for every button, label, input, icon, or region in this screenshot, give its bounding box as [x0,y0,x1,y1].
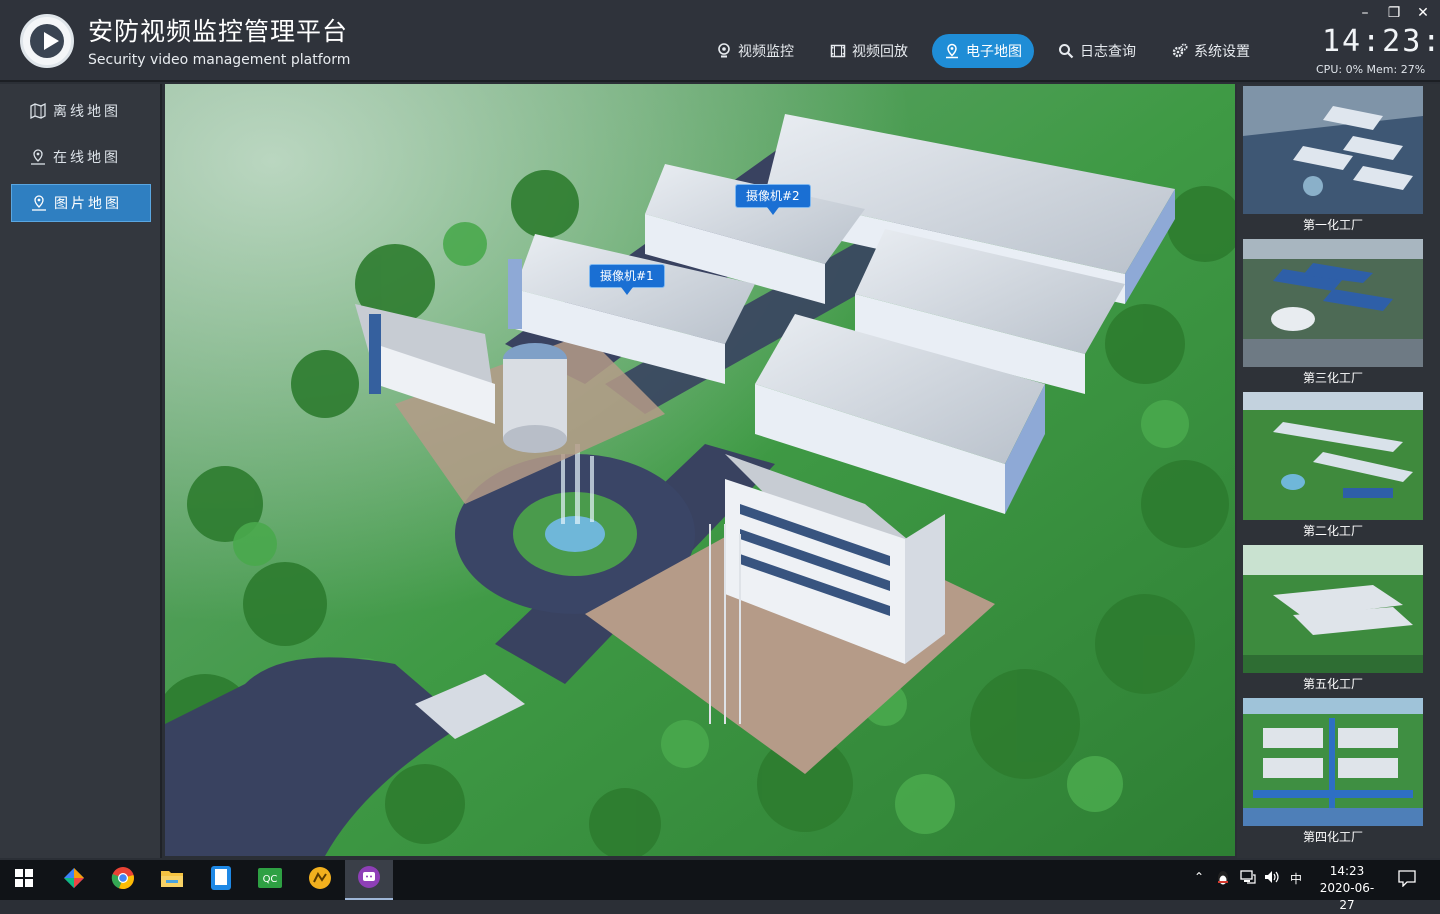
taskbar-chrome[interactable] [99,860,147,900]
nav-system-settings[interactable]: 系统设置 [1160,34,1262,68]
svg-text:QC: QC [263,874,278,885]
taskbar-app-launcher[interactable] [50,860,98,900]
close-button[interactable]: ✕ [1414,4,1432,22]
thumbnail-label: 第四化工厂 [1302,830,1363,844]
restore-button[interactable]: ❐ [1385,4,1403,22]
app-title: 安防视频监控管理平台 [88,17,349,46]
taskbar-tablet-app[interactable] [197,860,245,900]
chrome-icon [111,866,135,894]
nav-video-playback[interactable]: 视频回放 [818,34,920,68]
app-logo-play-icon [20,14,74,68]
main-nav: 视频监控 视频回放 电子地图 日志查询 系统设置 [704,34,1274,68]
map-type-sidebar: 离线地图 在线地图 图片地图 [0,84,162,858]
taskbar-time: 14:23 [1329,864,1365,878]
thumbnail-label: 第五化工厂 [1302,677,1363,691]
sidebar-item-image-map[interactable]: 图片地图 [11,184,151,222]
system-stats: CPU: 0% Mem: 27% [1316,63,1426,76]
nav-label: 视频监控 [738,44,794,60]
thumbnail-item[interactable]: 第二化工厂 [1243,392,1423,540]
factory-image-map[interactable]: 摄像机#1 摄像机#2 [165,84,1235,856]
tray-ime-indicator[interactable]: 中 [1290,870,1302,887]
nav-video-monitor[interactable]: 视频监控 [704,34,806,68]
nav-label: 电子地图 [966,44,1022,60]
factory-thumbnail-image [1243,239,1423,367]
sidebar-item-label: 在线地图 [53,150,121,166]
nav-e-map[interactable]: 电子地图 [932,34,1034,68]
image-map-icon [30,194,48,212]
windows-start-icon [15,869,33,891]
sidebar-item-label: 离线地图 [53,104,121,120]
factory-thumbnail-image [1243,698,1423,826]
factory-thumbnail-list: 第一化工厂 第三化工厂 第二化工厂 第五化工厂 第四化工厂 [1237,84,1440,858]
sidebar-item-offline-map[interactable]: 离线地图 [11,92,151,130]
thumbnail-item[interactable]: 第一化工厂 [1243,86,1423,234]
os-taskbar: QC ⌃ 中 14:23 2020-06-27 [0,860,1440,912]
taskbar-clock[interactable]: 14:23 2020-06-27 [1314,863,1380,914]
qc-app-icon: QC [258,868,282,892]
tablet-app-icon [210,866,232,894]
thumbnail-item[interactable]: 第四化工厂 [1243,698,1423,846]
nav-label: 系统设置 [1194,44,1250,60]
taskbar-chat-app[interactable] [345,860,393,900]
factory-thumbnail-image [1243,86,1423,214]
nav-label: 日志查询 [1080,44,1136,60]
windows-start-button[interactable] [0,860,48,900]
thumbnail-label: 第三化工厂 [1302,371,1363,385]
minimize-button[interactable]: – [1356,4,1374,22]
search-icon [1058,43,1074,59]
nav-label: 视频回放 [852,44,908,60]
taskbar-date: 2020-06-27 [1319,881,1375,912]
notification-center-icon[interactable] [1398,869,1416,890]
taskbar-qc-app[interactable]: QC [246,860,294,900]
clock-display: 14:23:09 [1322,24,1440,59]
online-map-icon [29,148,47,166]
file-explorer-icon [160,867,184,893]
tray-chevron-up-icon[interactable]: ⌃ [1194,870,1204,884]
app-subtitle: Security video management platform [88,52,351,68]
film-icon [830,43,846,59]
app-header: 安防视频监控管理平台 Security video management pla… [0,0,1440,82]
tray-penguin-icon[interactable] [1216,870,1230,889]
offline-map-icon [29,102,47,120]
app-launcher-icon [62,866,86,894]
camera-marker-2[interactable]: 摄像机#2 [735,184,811,215]
factory-thumbnail-image [1243,392,1423,520]
taskbar-yellow-app[interactable] [296,860,344,900]
taskbar-file-explorer[interactable] [148,860,196,900]
camera-icon [716,43,732,59]
camera-marker-1[interactable]: 摄像机#1 [589,264,665,295]
yellow-app-icon [308,866,332,894]
thumbnail-label: 第二化工厂 [1302,524,1363,538]
tray-volume-icon[interactable] [1264,870,1280,887]
tray-network-icon[interactable] [1240,870,1256,887]
thumbnail-item[interactable]: 第三化工厂 [1243,239,1423,387]
factory-thumbnail-image [1243,545,1423,673]
sidebar-item-label: 图片地图 [54,196,122,212]
thumbnail-label: 第一化工厂 [1302,218,1363,232]
map-pin-icon [944,43,960,59]
thumbnail-item[interactable]: 第五化工厂 [1243,545,1423,693]
sidebar-item-online-map[interactable]: 在线地图 [11,138,151,176]
gears-icon [1172,43,1188,59]
nav-log-query[interactable]: 日志查询 [1046,34,1148,68]
chat-app-icon [357,865,381,893]
factory-aerial-illustration [165,84,1235,856]
